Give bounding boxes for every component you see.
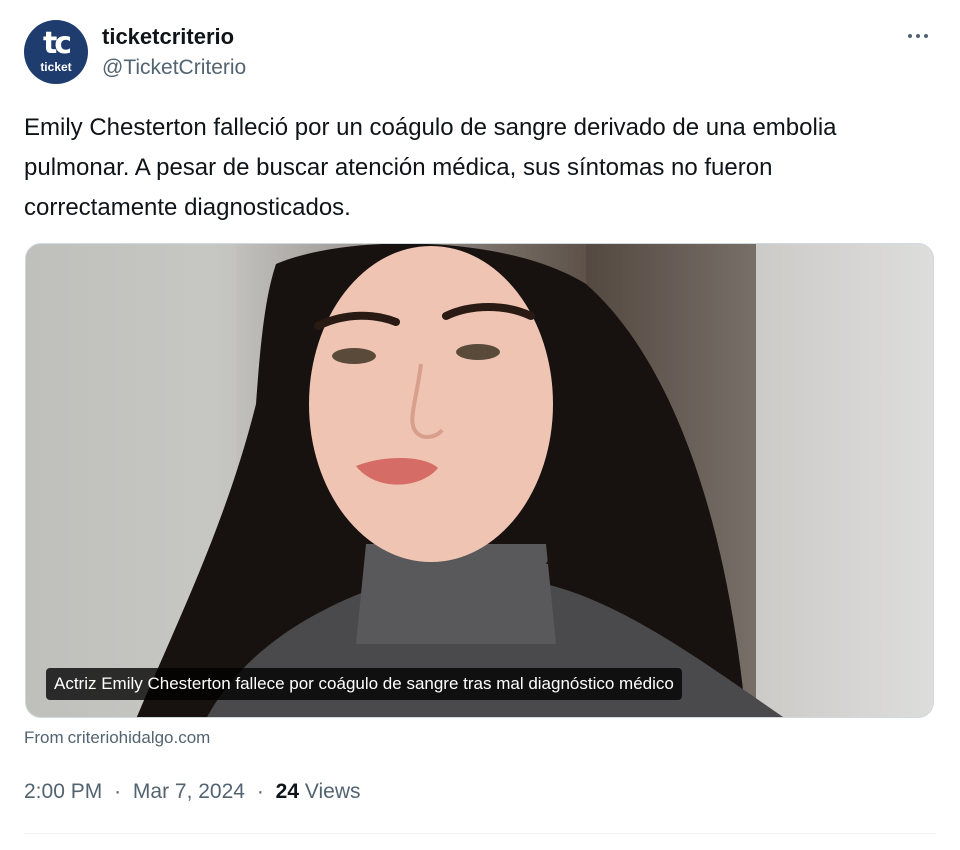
meta-separator: · <box>256 780 264 803</box>
avatar-logo-subtext: ticket <box>40 60 72 74</box>
author-display-name[interactable]: ticketcriterio <box>102 24 234 50</box>
tweet-meta: 2:00 PM · Mar 7, 2024 · 24 Views <box>24 780 361 804</box>
card-caption: Actriz Emily Chesterton fallece por coág… <box>46 668 682 700</box>
more-horizontal-icon[interactable] <box>902 24 934 48</box>
card-source-label: From <box>24 728 64 747</box>
author-handle[interactable]: @TicketCriterio <box>102 56 246 80</box>
tweet-time[interactable]: 2:00 PM <box>24 780 102 803</box>
tweet: tc ticket ticketcriterio @TicketCriterio… <box>0 0 960 850</box>
card-source-domain[interactable]: criteriohidalgo.com <box>68 728 211 747</box>
avatar[interactable]: tc ticket <box>24 20 88 84</box>
tweet-date[interactable]: Mar 7, 2024 <box>133 780 245 803</box>
link-card-image[interactable]: Actriz Emily Chesterton fallece por coág… <box>25 243 934 718</box>
card-source: From criteriohidalgo.com <box>24 728 210 748</box>
views-count: 24 <box>275 780 300 803</box>
meta-separator: · <box>114 780 122 803</box>
tweet-text: Emily Chesterton falleció por un coágulo… <box>24 114 837 221</box>
views-label: Views <box>304 780 361 803</box>
portrait-photo <box>26 244 933 717</box>
divider <box>24 833 936 834</box>
avatar-logo-text: tc <box>42 26 72 61</box>
